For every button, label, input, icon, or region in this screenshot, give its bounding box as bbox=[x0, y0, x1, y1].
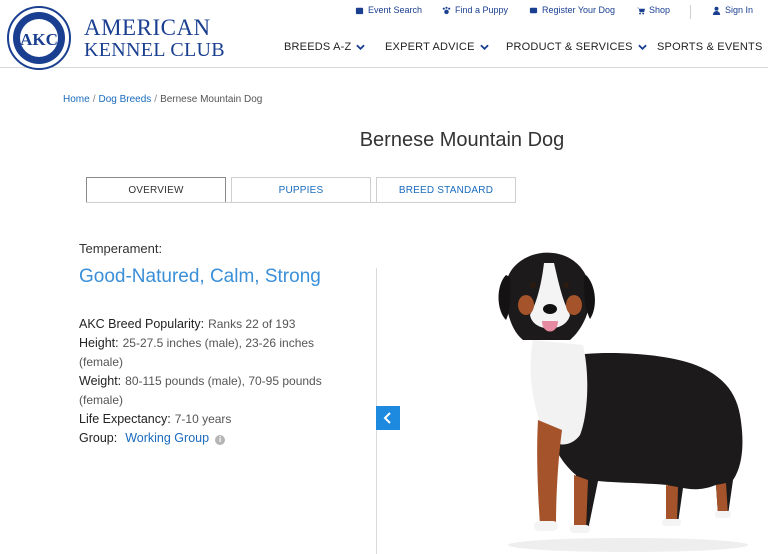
breadcrumb-dog-breeds[interactable]: Dog Breeds bbox=[98, 94, 151, 105]
nav-product-services[interactable]: PRODUCT & SERVICES bbox=[506, 41, 647, 53]
brand-line-1: AMERICAN bbox=[84, 15, 211, 40]
utility-shop[interactable]: Shop bbox=[636, 5, 670, 15]
event-icon bbox=[355, 7, 364, 14]
utility-find-puppy[interactable]: Find a Puppy bbox=[442, 5, 508, 15]
tab-underline bbox=[86, 202, 516, 203]
temperament-value: Good-Natured, Calm, Strong bbox=[79, 266, 321, 287]
akc-logo[interactable]: AKC bbox=[6, 5, 74, 73]
tab-overview[interactable]: OVERVIEW bbox=[86, 177, 226, 202]
tab-puppies[interactable]: PUPPIES bbox=[231, 177, 371, 202]
cart-icon bbox=[636, 7, 645, 15]
breadcrumb-home[interactable]: Home bbox=[63, 94, 90, 105]
breadcrumb: Home / Dog Breeds / Bernese Mountain Dog bbox=[63, 94, 262, 105]
breed-facts: AKC Breed Popularity: Ranks 22 of 193 Hei… bbox=[79, 315, 359, 448]
breadcrumb-separator: / bbox=[92, 94, 96, 105]
fact-popularity: AKC Breed Popularity: Ranks 22 of 193 bbox=[79, 317, 296, 331]
nav-breeds-az[interactable]: BREEDS A-Z bbox=[284, 41, 366, 53]
temperament-label: Temperament: bbox=[79, 241, 163, 256]
breadcrumb-current: Bernese Mountain Dog bbox=[160, 94, 263, 105]
fact-life-expectancy: Life Expectancy: 7-10 years bbox=[79, 412, 232, 426]
logo-text: AKC bbox=[20, 30, 58, 49]
brand-line-2: KENNEL CLUB bbox=[84, 39, 225, 61]
nav-sports-events[interactable]: SPORTS & EVENTS bbox=[657, 41, 768, 53]
utility-event-search[interactable]: Event Search bbox=[355, 5, 422, 15]
info-icon[interactable]: i bbox=[215, 435, 226, 445]
chevron-down-icon bbox=[356, 44, 366, 50]
utility-sign-in[interactable]: Sign In bbox=[712, 5, 753, 15]
user-icon bbox=[712, 6, 721, 15]
page-title: Bernese Mountain Dog bbox=[359, 129, 565, 151]
site-header: AKC AMERICAN KENNEL CLUB Event Search Fi… bbox=[0, 0, 768, 70]
working-group-link[interactable]: Working Group bbox=[125, 431, 209, 445]
nav-expert-advice[interactable]: EXPERT ADVICE bbox=[385, 41, 489, 53]
fact-group: Group: Working Group i bbox=[79, 429, 359, 448]
fact-height: Height: 25-27.5 inches (male), 23-26 inch… bbox=[79, 336, 315, 369]
fact-weight: Weight: 80-115 pounds (male), 70-95 pound… bbox=[79, 374, 322, 407]
brand-name[interactable]: AMERICAN KENNEL CLUB bbox=[84, 16, 225, 60]
chevron-down-icon bbox=[479, 44, 489, 50]
paw-icon bbox=[442, 6, 451, 14]
breadcrumb-separator: / bbox=[154, 94, 158, 105]
carousel-prev-button[interactable] bbox=[376, 406, 400, 430]
utility-separator bbox=[690, 5, 691, 19]
tab-breed-standard[interactable]: BREED STANDARD bbox=[376, 177, 516, 202]
chevron-left-icon bbox=[383, 412, 391, 424]
utility-register-dog[interactable]: Register Your Dog bbox=[529, 5, 615, 15]
chevron-down-icon bbox=[637, 44, 647, 50]
utility-nav: Event Search Find a Puppy Register Your … bbox=[340, 5, 760, 19]
dog-photo bbox=[498, 252, 748, 552]
register-icon bbox=[529, 7, 538, 13]
